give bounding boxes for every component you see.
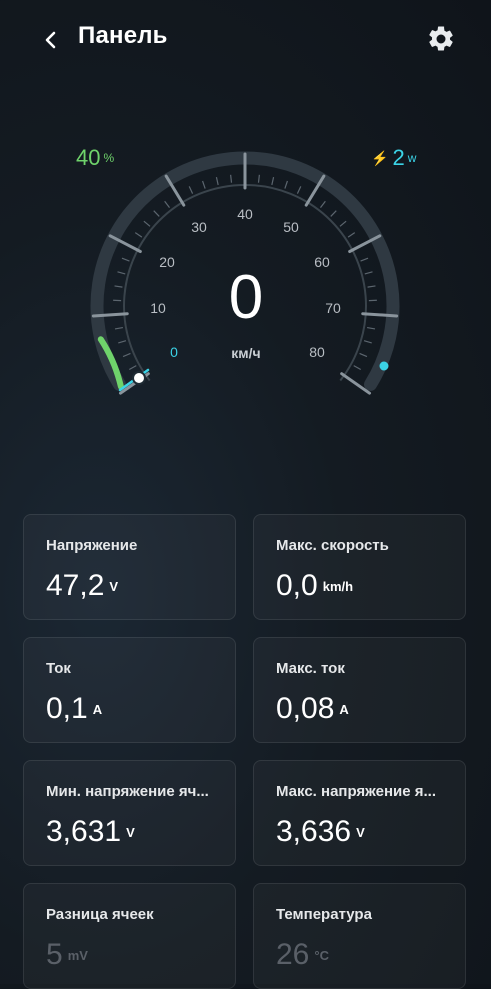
minor-tick [368, 286, 376, 287]
battery-percent: 40% [76, 145, 114, 171]
minor-tick [135, 233, 142, 237]
stat-value: 47,2 V [46, 569, 118, 603]
minor-tick [216, 177, 218, 185]
power-indicator-dot [380, 362, 389, 371]
minor-tick [364, 341, 372, 343]
tick-label-60: 60 [307, 254, 337, 270]
minor-tick [117, 272, 125, 274]
minor-tick [361, 258, 368, 261]
tick-label-50: 50 [276, 219, 306, 235]
tick-label-80: 80 [302, 344, 332, 360]
minor-tick [123, 353, 130, 356]
power-readout: ⚡2w [371, 145, 416, 171]
minor-tick [320, 201, 325, 207]
stat-number: 0,1 [46, 692, 88, 725]
stat-label: Ток [46, 660, 218, 677]
needle-pivot [133, 372, 145, 384]
minor-tick [129, 366, 136, 370]
minor-tick [154, 211, 160, 217]
minor-tick [297, 186, 300, 193]
stat-card-max-cell-voltage: Макс. напряжение я... 3,636 V [253, 760, 466, 866]
tick-label-30: 30 [184, 219, 214, 235]
lightning-icon: ⚡ [371, 150, 388, 166]
stat-value: 3,636 V [276, 815, 365, 849]
minor-tick [365, 272, 373, 274]
stat-label: Мин. напряжение яч... [46, 783, 218, 800]
stat-card-voltage: Напряжение 47,2 V [23, 514, 236, 620]
back-arrow-icon[interactable] [38, 24, 66, 56]
tick-label-40: 40 [230, 206, 260, 222]
page-title: Панель [78, 22, 168, 50]
minor-tick [272, 177, 274, 185]
stat-card-temperature: Температура 26 °C [253, 883, 466, 989]
minor-tick [231, 175, 232, 183]
stat-card-max-current: Макс. ток 0,08 A [253, 637, 466, 743]
power-value: 2 [392, 145, 404, 170]
stat-number: 26 [276, 938, 309, 971]
stat-card-current: Ток 0,1 A [23, 637, 236, 743]
tick-label-0: 0 [159, 344, 189, 360]
minor-tick [354, 366, 361, 370]
minor-tick [165, 201, 170, 207]
tick-label-20: 20 [152, 254, 182, 270]
minor-tick [360, 353, 367, 356]
battery-percent-unit: % [103, 151, 114, 165]
stat-card-min-cell-voltage: Мин. напряжение яч... 3,631 V [23, 760, 236, 866]
stat-number: 3,636 [276, 815, 351, 848]
stat-number: 0,08 [276, 692, 334, 725]
stat-unit: km/h [323, 579, 353, 594]
minor-tick [367, 328, 375, 329]
stat-label: Разница ячеек [46, 906, 218, 923]
stat-unit: mV [68, 948, 88, 963]
stat-label: Макс. ток [276, 660, 448, 677]
minor-tick [115, 328, 123, 329]
minor-tick [285, 181, 288, 189]
header: Панель [0, 0, 491, 78]
stat-card-cell-difference: Разница ячеек 5 mV [23, 883, 236, 989]
minor-tick [340, 221, 346, 226]
tick-label-10: 10 [143, 300, 173, 316]
stat-value: 0,08 A [276, 692, 349, 726]
power-unit: w [408, 151, 417, 165]
minor-tick [115, 286, 123, 287]
stat-unit: V [356, 825, 365, 840]
tick-label-70: 70 [318, 300, 348, 316]
stat-value: 0,1 A [46, 692, 102, 726]
stat-unit: V [126, 825, 135, 840]
minor-tick [331, 211, 337, 217]
minor-tick [348, 233, 355, 237]
stat-number: 3,631 [46, 815, 121, 848]
stat-label: Напряжение [46, 537, 218, 554]
minor-tick [122, 258, 129, 261]
stat-unit: A [339, 702, 348, 717]
minor-tick [118, 341, 126, 343]
minor-tick [203, 181, 206, 189]
stat-number: 5 [46, 938, 63, 971]
stat-label: Макс. скорость [276, 537, 448, 554]
stat-value: 0,0 km/h [276, 569, 353, 603]
stat-unit: V [109, 579, 118, 594]
stat-label: Макс. напряжение я... [276, 783, 448, 800]
minor-tick [258, 175, 259, 183]
stat-unit: A [93, 702, 102, 717]
gear-icon[interactable] [426, 24, 456, 54]
battery-percent-value: 40 [76, 145, 100, 170]
stat-value: 26 °C [276, 938, 329, 972]
speed-value: 0 [196, 262, 296, 333]
stat-card-max-speed: Макс. скорость 0,0 km/h [253, 514, 466, 620]
minor-tick [144, 221, 150, 226]
stat-value: 3,631 V [46, 815, 135, 849]
stat-label: Температура [276, 906, 448, 923]
stat-number: 0,0 [276, 569, 318, 602]
stat-number: 47,2 [46, 569, 104, 602]
stat-value: 5 mV [46, 938, 88, 972]
minor-tick [189, 186, 192, 193]
speed-unit: км/ч [196, 345, 296, 361]
stat-unit: °C [314, 948, 329, 963]
